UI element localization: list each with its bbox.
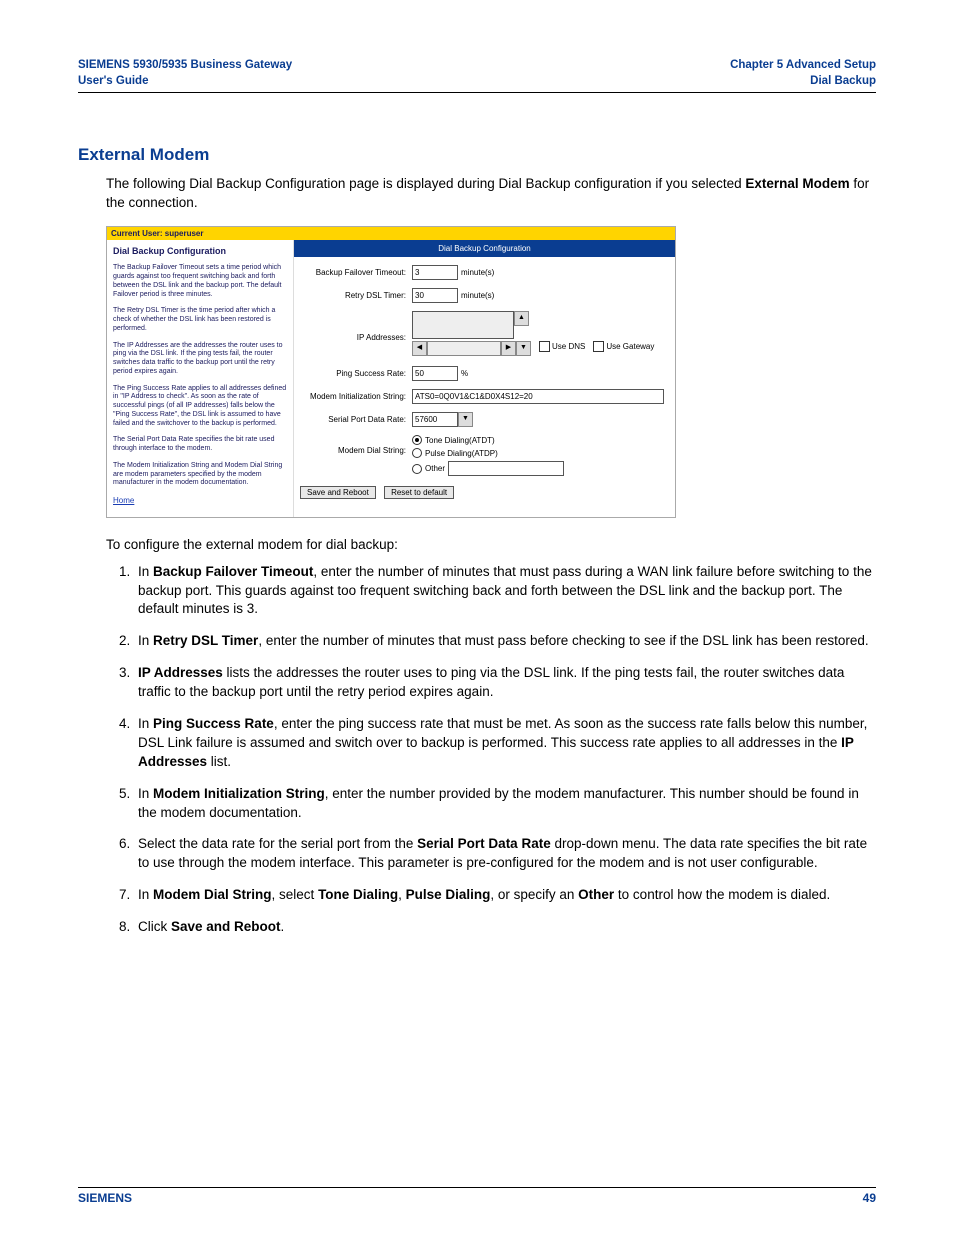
instruction-lead: To configure the external modem for dial… (106, 536, 876, 555)
ping-label: Ping Success Rate: (300, 369, 412, 378)
use-dns-label: Use DNS (552, 342, 585, 351)
dropdown-icon[interactable]: ▼ (458, 412, 473, 427)
other-input[interactable] (448, 461, 564, 476)
page-number: 49 (863, 1191, 876, 1205)
step-4: In Ping Success Rate, enter the ping suc… (134, 715, 876, 772)
save-reboot-button[interactable]: Save and Reboot (300, 486, 376, 499)
page-header: SIEMENS 5930/5935 Business Gateway User'… (78, 58, 876, 93)
intro-paragraph: The following Dial Backup Configuration … (106, 175, 876, 212)
percent-unit: % (461, 369, 468, 378)
panel-header: Dial Backup Configuration (294, 240, 675, 257)
use-gateway-checkbox[interactable] (593, 341, 604, 352)
sidebar-text: The Ping Success Rate applies to all add… (113, 385, 287, 429)
serial-label: Serial Port Data Rate: (300, 415, 412, 424)
scroll-right-icon[interactable]: ▶ (501, 341, 516, 356)
scroll-up-icon[interactable]: ▲ (514, 311, 529, 326)
header-left: SIEMENS 5930/5935 Business Gateway User'… (78, 58, 292, 89)
step-7: In Modem Dial String, select Tone Dialin… (134, 886, 876, 905)
retry-input[interactable] (412, 288, 458, 303)
home-link[interactable]: Home (113, 496, 134, 505)
dial-label: Modem Dial String: (300, 435, 412, 455)
init-input[interactable] (412, 389, 664, 404)
init-label: Modem Initialization String: (300, 392, 412, 401)
scroll-left-icon[interactable]: ◀ (412, 341, 427, 356)
serial-select[interactable] (412, 412, 458, 427)
help-sidebar: Dial Backup Configuration The Backup Fai… (107, 240, 293, 517)
doc-title: SIEMENS 5930/5935 Business Gateway (78, 59, 292, 71)
section-heading: External Modem (78, 145, 876, 165)
retry-label: Retry DSL Timer: (300, 291, 412, 300)
section-name: Dial Backup (810, 75, 876, 87)
step-6: Select the data rate for the serial port… (134, 835, 876, 873)
ip-list[interactable] (412, 311, 514, 339)
pulse-label: Pulse Dialing(ATDP) (425, 449, 498, 458)
current-user-bar: Current User: superuser (107, 227, 675, 240)
failover-label: Backup Failover Timeout: (300, 268, 412, 277)
other-radio[interactable] (412, 464, 422, 474)
minutes-unit: minute(s) (461, 291, 494, 300)
config-screenshot: Current User: superuser Dial Backup Conf… (106, 226, 676, 518)
step-3: IP Addresses lists the addresses the rou… (134, 664, 876, 702)
config-panel: Dial Backup Configuration Backup Failove… (293, 240, 675, 517)
pulse-radio[interactable] (412, 448, 422, 458)
failover-input[interactable] (412, 265, 458, 280)
scroll-down-icon[interactable]: ▼ (516, 341, 531, 356)
ping-input[interactable] (412, 366, 458, 381)
step-1: In Backup Failover Timeout, enter the nu… (134, 563, 876, 620)
sidebar-text: The Serial Port Data Rate specifies the … (113, 436, 287, 454)
sidebar-text: The Retry DSL Timer is the time period a… (113, 307, 287, 333)
reset-default-button[interactable]: Reset to default (384, 486, 454, 499)
ip-label: IP Addresses: (300, 311, 412, 342)
minutes-unit: minute(s) (461, 268, 494, 277)
steps-list: In Backup Failover Timeout, enter the nu… (106, 563, 876, 937)
step-8: Click Save and Reboot. (134, 918, 876, 937)
header-right: Chapter 5 Advanced Setup Dial Backup (730, 58, 876, 89)
sidebar-text: The IP Addresses are the addresses the r… (113, 342, 287, 377)
tone-radio[interactable] (412, 435, 422, 445)
chapter-title: Chapter 5 Advanced Setup (730, 59, 876, 71)
ip-transfer-bar (427, 341, 501, 356)
step-5: In Modem Initialization String, enter th… (134, 785, 876, 823)
use-gateway-label: Use Gateway (606, 342, 654, 351)
step-2: In Retry DSL Timer, enter the number of … (134, 632, 876, 651)
tone-label: Tone Dialing(ATDT) (425, 436, 495, 445)
page-footer: SIEMENS 49 (78, 1187, 876, 1205)
doc-subtitle: User's Guide (78, 75, 148, 87)
sidebar-text: The Backup Failover Timeout sets a time … (113, 264, 287, 299)
footer-brand: SIEMENS (78, 1191, 132, 1205)
sidebar-text: The Modem Initialization String and Mode… (113, 462, 287, 488)
sidebar-title: Dial Backup Configuration (113, 246, 287, 256)
other-label: Other (425, 464, 445, 473)
use-dns-checkbox[interactable] (539, 341, 550, 352)
